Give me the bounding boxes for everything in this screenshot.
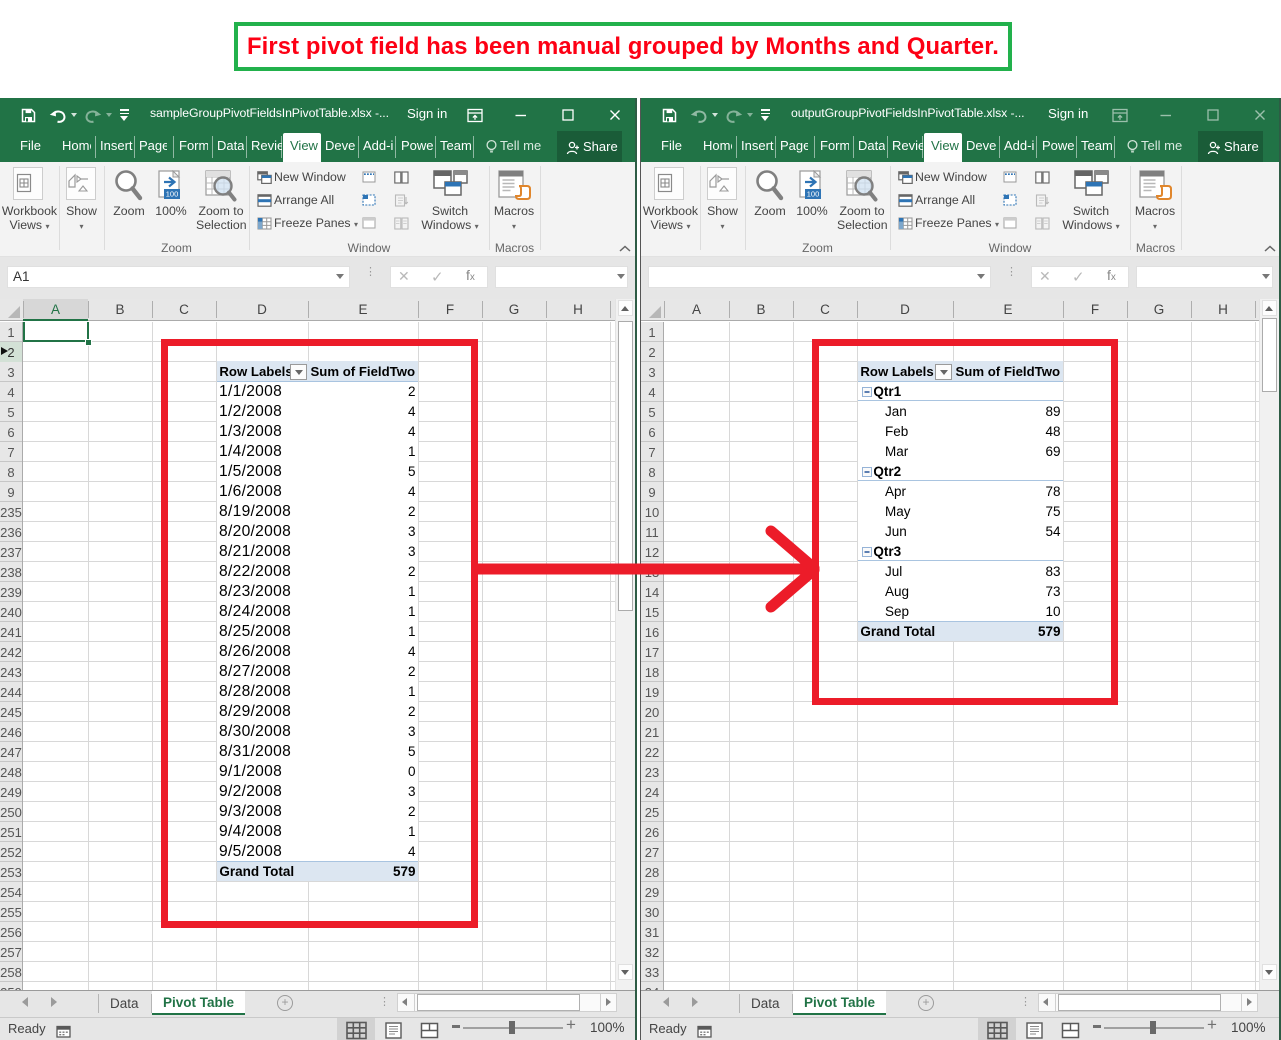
svg-text:100: 100: [807, 190, 820, 199]
svg-text:100: 100: [166, 190, 179, 199]
